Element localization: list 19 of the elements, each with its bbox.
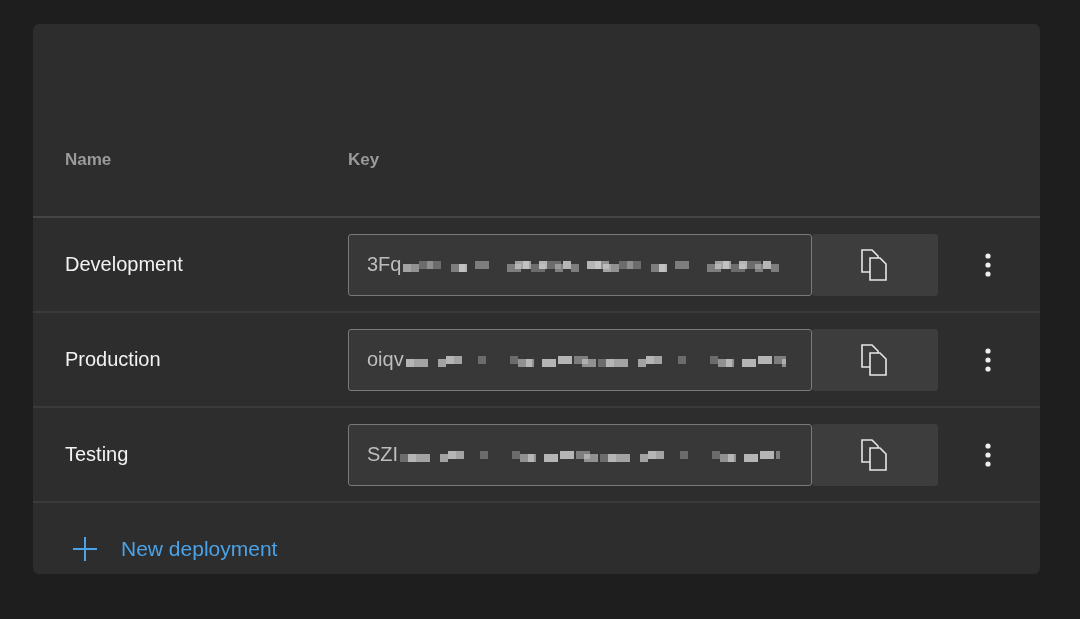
deployment-name: Production bbox=[64, 348, 162, 371]
key-field[interactable]: SZI bbox=[348, 423, 812, 486]
key-field[interactable]: 3Fq bbox=[348, 233, 812, 296]
copy-icon bbox=[860, 247, 890, 282]
plus-icon bbox=[71, 535, 99, 563]
copy-button[interactable] bbox=[812, 423, 938, 486]
more-icon bbox=[984, 251, 992, 278]
copy-button[interactable] bbox=[812, 233, 938, 296]
key-field[interactable]: oiqv bbox=[348, 328, 812, 391]
copy-icon bbox=[860, 437, 890, 472]
deployment-name: Development bbox=[64, 253, 184, 276]
copy-icon bbox=[860, 342, 890, 377]
more-icon bbox=[984, 346, 992, 373]
new-deployment-button[interactable]: New deployment bbox=[71, 535, 278, 563]
column-header: Name bbox=[64, 150, 113, 170]
more-icon bbox=[984, 441, 992, 468]
column-header: Key bbox=[348, 150, 380, 170]
copy-button[interactable] bbox=[812, 328, 938, 391]
deployment-name: Testing bbox=[64, 443, 130, 466]
